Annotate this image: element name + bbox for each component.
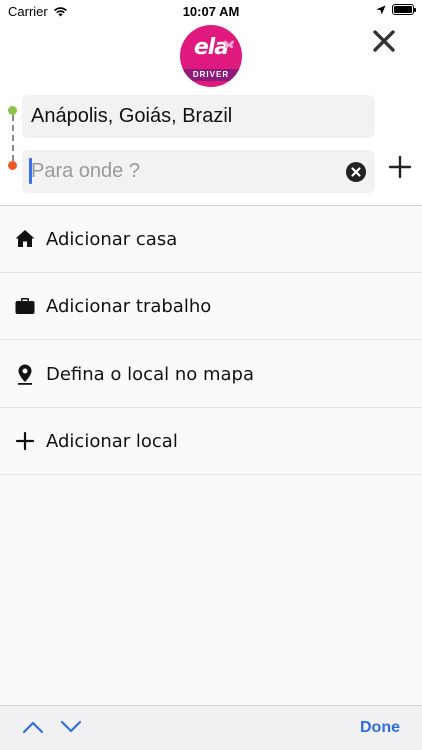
- add-stop-button[interactable]: [388, 155, 412, 179]
- close-icon: [373, 30, 395, 52]
- chevron-down-icon[interactable]: [60, 719, 82, 735]
- logo-band: DRIVER: [180, 69, 242, 81]
- clear-icon: [351, 167, 361, 177]
- route-connector-line: [12, 115, 14, 161]
- done-button[interactable]: Done: [360, 719, 400, 737]
- battery-icon: [392, 4, 416, 15]
- home-icon: [15, 230, 35, 247]
- origin-dot: [8, 106, 17, 115]
- status-right: [376, 4, 416, 15]
- clear-input-button[interactable]: [346, 162, 366, 182]
- logo-butterfly-icon: [224, 40, 234, 49]
- plus-icon: [15, 431, 35, 451]
- app-logo: ela DRIVER: [180, 25, 242, 87]
- status-time: 10:07 AM: [182, 4, 240, 19]
- list-item-add-work[interactable]: Adicionar trabalho: [0, 273, 422, 340]
- close-button[interactable]: [372, 29, 396, 53]
- origin-value: Anápolis, Goiás, Brazil: [31, 105, 233, 127]
- briefcase-icon: [15, 298, 35, 314]
- destination-dot: [8, 161, 17, 170]
- list-item-add-home[interactable]: Adicionar casa: [0, 206, 422, 273]
- location-arrow-icon: [376, 5, 386, 14]
- list-item-label: Adicionar trabalho: [46, 296, 212, 317]
- list-item-set-on-map[interactable]: Defina o local no mapa: [0, 341, 422, 408]
- location-pin-icon: [18, 364, 32, 385]
- list-item-label: Adicionar local: [46, 431, 178, 452]
- destination-input[interactable]: Para onde ?: [22, 150, 375, 193]
- chevron-up-icon[interactable]: [22, 719, 44, 735]
- destination-placeholder: Para onde ?: [31, 160, 140, 182]
- plus-icon: [388, 155, 412, 179]
- list-item-label: Adicionar casa: [46, 229, 178, 250]
- options-list: Adicionar casa Adicionar trabalho Defina…: [0, 205, 422, 705]
- status-bar: Carrier 10:07 AM: [0, 0, 422, 22]
- list-item-add-place[interactable]: Adicionar local: [0, 408, 422, 475]
- list-item-label: Defina o local no mapa: [46, 364, 254, 385]
- origin-field[interactable]: Anápolis, Goiás, Brazil: [22, 95, 375, 138]
- battery-fill: [394, 6, 412, 13]
- keyboard-toolbar: Done: [0, 705, 422, 750]
